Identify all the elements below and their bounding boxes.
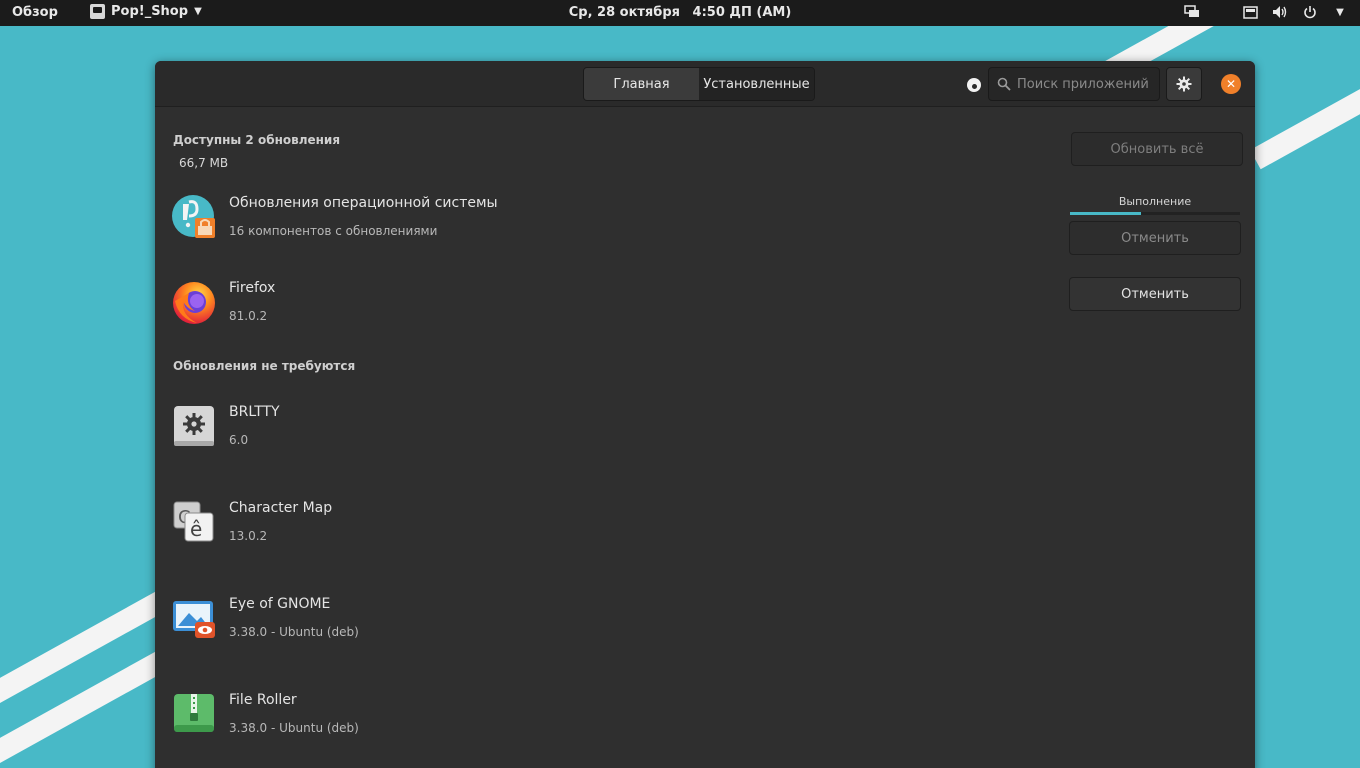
list-item[interactable]: BRLTTY 6.0 <box>155 403 1255 463</box>
app-subtitle: 13.0.2 <box>229 529 268 543</box>
app-name: Character Map <box>229 500 333 516</box>
close-window-button[interactable]: ✕ <box>1221 74 1241 94</box>
app-subtitle: 16 компонентов с обновлениями <box>229 224 438 238</box>
tab-installed[interactable]: Установленные <box>699 68 814 100</box>
list-item[interactable]: Eye of GNOME 3.38.0 - Ubuntu (deb) <box>155 595 1255 655</box>
brltty-gear-icon <box>174 406 214 446</box>
user-account-icon[interactable] <box>967 78 981 92</box>
updates-available-title: Доступны 2 обновления <box>173 133 341 147</box>
caret-down-icon[interactable]: ▼ <box>1332 4 1348 20</box>
update-all-button[interactable]: Обновить всё <box>1071 132 1243 166</box>
progress-label: Выполнение <box>1118 195 1192 208</box>
app-name: Обновления операционной системы <box>229 195 498 211</box>
clock[interactable]: Ср, 28 октября 4:50 ДП (АМ) <box>0 5 1360 20</box>
app-subtitle: 81.0.2 <box>229 309 268 323</box>
list-item[interactable]: File Roller 3.38.0 - Ubuntu (deb) <box>155 691 1255 751</box>
gear-icon <box>1176 76 1192 92</box>
list-item[interactable]: C ê Character Map 13.0.2 <box>155 499 1255 559</box>
eye-of-gnome-icon <box>173 601 215 638</box>
app-name: BRLTTY <box>229 404 280 420</box>
close-icon: ✕ <box>1225 77 1237 91</box>
search-input[interactable] <box>1017 76 1157 92</box>
system-tray: ▼ <box>1184 4 1348 20</box>
search-box[interactable] <box>988 67 1160 101</box>
view-switcher: Главная Установленные <box>583 67 815 101</box>
search-icon <box>997 77 1011 91</box>
tab-home[interactable]: Главная <box>584 68 699 100</box>
pop-os-updates-icon <box>172 195 215 238</box>
file-roller-icon <box>174 694 214 732</box>
clock-date: Ср, 28 октября <box>568 5 681 20</box>
app-name: Firefox <box>229 280 276 296</box>
character-map-icon: C ê <box>173 501 214 542</box>
power-icon[interactable] <box>1302 4 1318 20</box>
shop-window: Главная Установленные Поиск приложений ✕… <box>155 61 1255 768</box>
header-bar: Главная Установленные Поиск приложений ✕ <box>155 61 1255 107</box>
screen-keyboard-icon[interactable] <box>1242 4 1258 20</box>
cancel-os-update-button[interactable]: Отменить <box>1069 221 1241 255</box>
progress-bar <box>1070 212 1240 215</box>
app-name: File Roller <box>229 692 297 708</box>
workspaces-icon[interactable] <box>1184 4 1200 20</box>
app-subtitle: 3.38.0 - Ubuntu (deb) <box>229 625 359 639</box>
volume-icon[interactable] <box>1272 4 1288 20</box>
app-name: Eye of GNOME <box>229 596 331 612</box>
no-updates-title: Обновления не требуются <box>173 359 356 373</box>
app-subtitle: 3.38.0 - Ubuntu (deb) <box>229 721 359 735</box>
updates-size: 66,7 MB <box>179 156 229 170</box>
progress-fill <box>1070 212 1142 215</box>
cancel-firefox-update-button[interactable]: Отменить <box>1069 277 1241 311</box>
svg-text:ê: ê <box>190 517 202 541</box>
top-panel: Обзор Pop!_Shop ▼ Ср, 28 октября 4:50 ДП… <box>0 0 1360 26</box>
app-subtitle: 6.0 <box>229 433 249 447</box>
settings-button[interactable] <box>1166 67 1202 101</box>
clock-time: 4:50 ДП (АМ) <box>692 5 792 20</box>
firefox-icon <box>173 282 215 324</box>
